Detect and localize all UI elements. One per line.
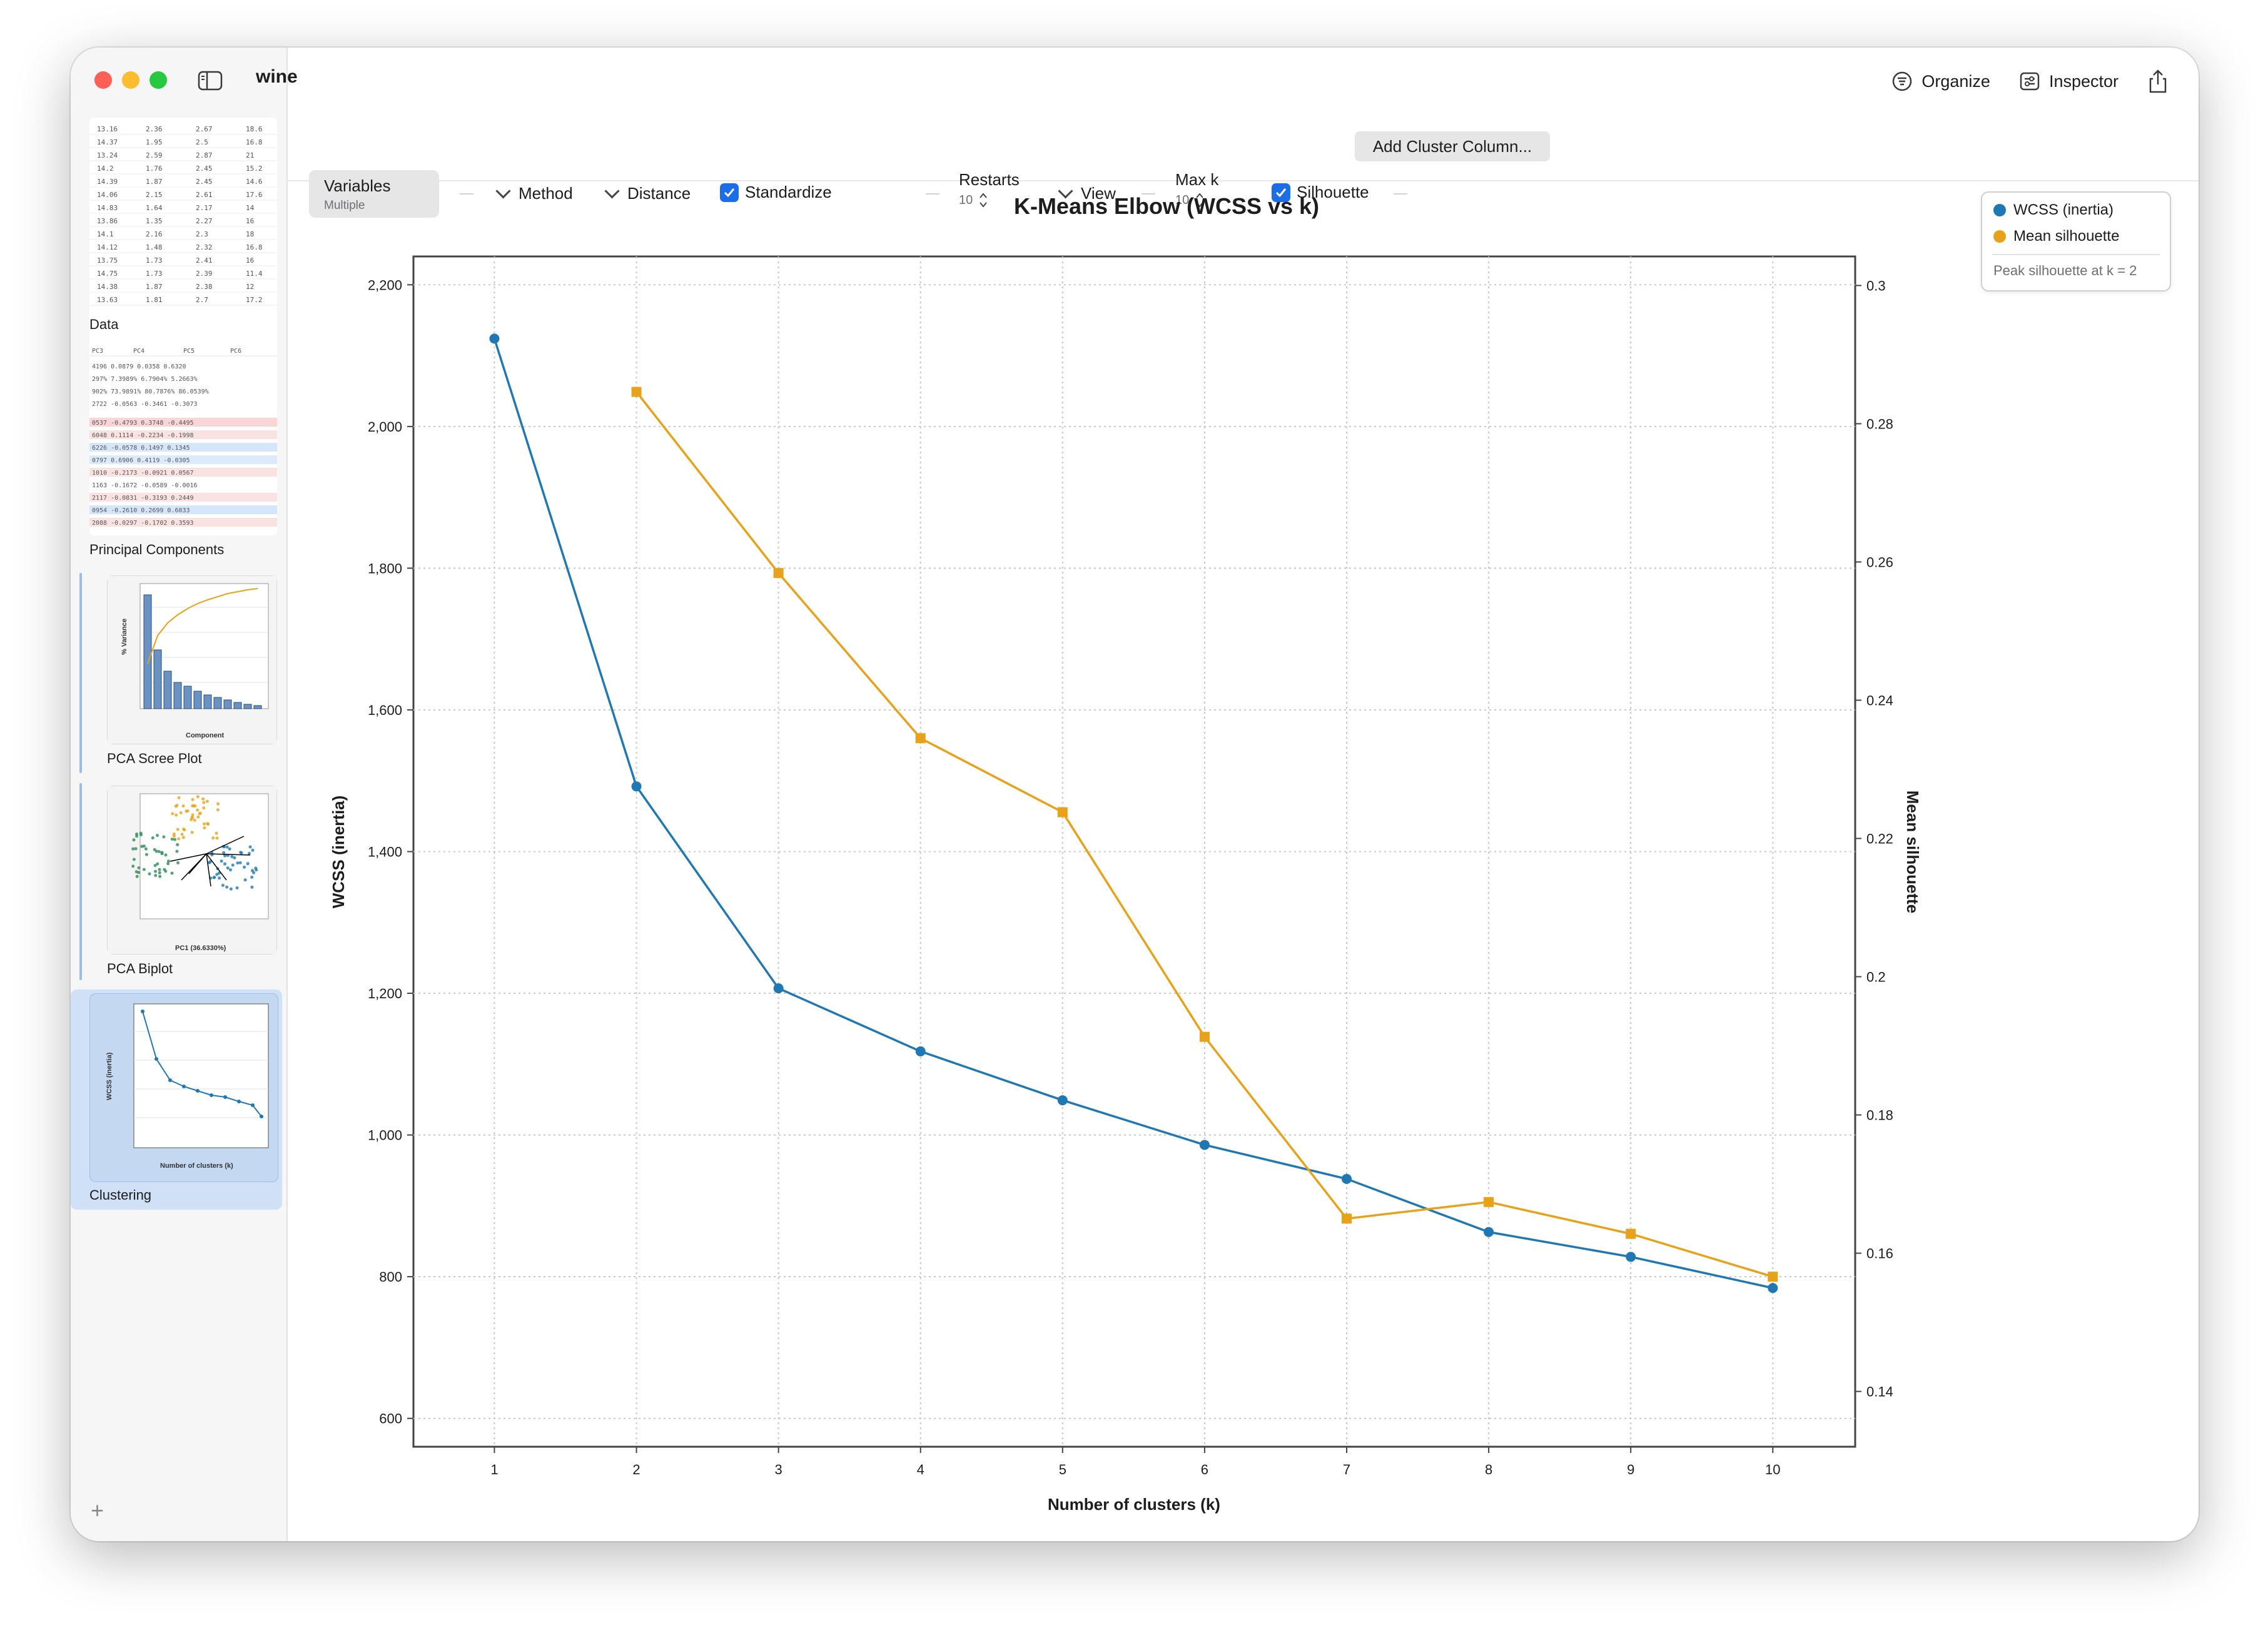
y2-axis-label: Mean silhouette: [1903, 791, 1922, 913]
x-tick-label: 8: [1485, 1462, 1492, 1477]
legend-label-wcss: WCSS (inertia): [2013, 201, 2114, 218]
y2-tick-label: 0.3: [1866, 278, 1886, 293]
x-tick-label: 1: [490, 1462, 498, 1477]
wcss-point: [489, 333, 500, 344]
x-tick-label: 9: [1627, 1462, 1634, 1477]
chart-legend: WCSS (inertia) Mean silhouette Peak silh…: [1981, 191, 2171, 291]
x-tick-label: 3: [775, 1462, 782, 1477]
silhouette-point: [1057, 807, 1068, 818]
y2-tick-label: 0.26: [1866, 554, 1893, 570]
y2-tick-label: 0.14: [1866, 1384, 1893, 1400]
y-tick-label: 1,200: [368, 986, 402, 1001]
silhouette-point: [631, 387, 642, 397]
y2-tick-label: 0.24: [1866, 692, 1893, 708]
y2-tick-label: 0.22: [1866, 831, 1893, 847]
y-tick-label: 1,000: [368, 1128, 402, 1143]
x-tick-label: 5: [1059, 1462, 1066, 1477]
app-window: 13.16 2.36 2.67 18.6 14.37 1.95 2.5 16.8 13.24 2.…: [71, 48, 2199, 1541]
x-axis-label: Number of clusters (k): [1048, 1495, 1220, 1514]
wcss-point: [1768, 1283, 1778, 1293]
wcss-point: [1057, 1095, 1068, 1106]
legend-item-silhouette: Mean silhouette: [1993, 228, 2119, 245]
y-tick-label: 1,600: [368, 702, 402, 718]
silhouette-point: [1484, 1197, 1494, 1207]
legend-item-wcss: WCSS (inertia): [1993, 201, 2114, 219]
y-tick-label: 600: [379, 1411, 402, 1427]
y-tick-label: 2,000: [368, 419, 402, 435]
wcss-point: [1484, 1227, 1494, 1237]
y-tick-label: 2,200: [368, 277, 402, 293]
y-axis-label: WCSS (inertia): [329, 796, 348, 909]
elbow-chart: K-Means Elbow (WCSS vs k) 1 2 3 4 5 6 7 8 9 10 600…: [329, 193, 1922, 1514]
wcss-point: [631, 781, 642, 792]
wcss-point: [1199, 1140, 1210, 1150]
y-tick-label: 1,400: [368, 844, 402, 860]
legend-divider: [1992, 254, 2160, 255]
x-tick-label: 7: [1343, 1462, 1350, 1477]
x-tick-label: 10: [1765, 1462, 1780, 1477]
wcss-legend-swatch: [1993, 204, 2006, 216]
silhouette-point: [773, 568, 784, 579]
silhouette-point: [1768, 1272, 1778, 1282]
silhouette-point: [915, 733, 926, 744]
wcss-point: [773, 983, 784, 994]
y2-tick-label: 0.2: [1866, 969, 1886, 985]
wcss-point: [915, 1046, 926, 1056]
legend-label-silhouette: Mean silhouette: [2013, 228, 2120, 245]
y2-tick-label: 0.28: [1866, 416, 1893, 432]
silhouette-point: [1199, 1031, 1210, 1042]
x-tick-label: 4: [917, 1462, 924, 1477]
silhouette-point: [1626, 1228, 1636, 1239]
silhouette-legend-swatch: [1993, 230, 2006, 243]
x-tick-label: 6: [1201, 1462, 1208, 1477]
x-tick-label: 2: [632, 1462, 640, 1477]
legend-note: Peak silhouette at k = 2: [1993, 263, 2137, 278]
y2-tick-label: 0.18: [1866, 1108, 1893, 1123]
y2-tick-label: 0.16: [1866, 1246, 1893, 1262]
y-tick-label: 1,800: [368, 560, 402, 576]
chart-title: K-Means Elbow (WCSS vs k): [1014, 193, 1319, 219]
silhouette-point: [1342, 1213, 1352, 1224]
wcss-point: [1626, 1252, 1636, 1262]
y-tick-label: 800: [379, 1269, 402, 1285]
wcss-point: [1342, 1173, 1352, 1184]
